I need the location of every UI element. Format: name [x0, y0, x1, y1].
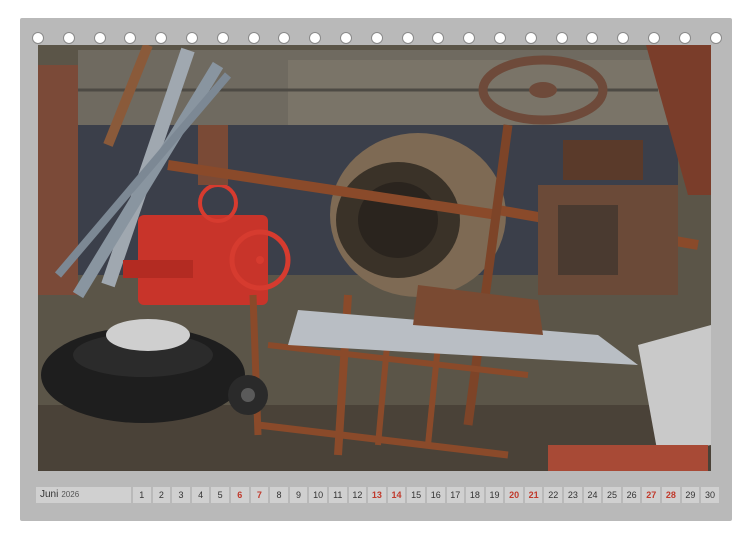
calendar-photo — [38, 45, 711, 471]
day-cell: 27 — [642, 487, 661, 503]
hubcap — [106, 319, 190, 351]
day-cell: 26 — [622, 487, 641, 503]
red-bar — [548, 445, 708, 471]
day-cell: 14 — [387, 487, 406, 503]
day-cell: 21 — [524, 487, 543, 503]
binding-ring — [93, 32, 106, 44]
binding-ring — [370, 32, 383, 44]
binding-ring — [186, 32, 198, 44]
day-cell: 7 — [250, 487, 269, 503]
calendar-page: Juni 2026 1 2 3 4 5 6 7 8 9 10 11 12 13 14 15 16 17 18 19 20… — [20, 18, 732, 521]
binding-ring — [247, 32, 260, 44]
day-cell: 13 — [368, 487, 386, 503]
day-cell: 11 — [328, 487, 347, 503]
binding-ring — [62, 32, 75, 44]
day-cell: 29 — [681, 487, 700, 503]
day-cell: 16 — [426, 487, 445, 503]
binding-ring — [463, 32, 476, 44]
binding-ring — [494, 32, 506, 44]
day-cell: 20 — [505, 487, 523, 503]
binding-ring — [309, 32, 322, 44]
binding-ring — [155, 32, 168, 44]
binding-ring — [32, 32, 44, 44]
binding-ring — [124, 32, 137, 44]
day-cell: 19 — [485, 487, 504, 503]
binding-ring — [524, 32, 537, 44]
day-cell: 17 — [446, 487, 465, 503]
day-cell: 4 — [191, 487, 210, 503]
day-cell: 28 — [662, 487, 680, 503]
day-cell: 1 — [133, 487, 151, 503]
binding-ring — [648, 32, 660, 44]
day-cell: 30 — [701, 487, 719, 503]
binding-ring — [432, 32, 445, 44]
day-cell: 5 — [211, 487, 229, 503]
binding-ring — [617, 32, 630, 44]
day-cell: 9 — [289, 487, 308, 503]
day-cell: 6 — [230, 487, 249, 503]
binding-ring — [555, 32, 568, 44]
day-cell: 10 — [309, 487, 327, 503]
binding-ring — [340, 32, 352, 44]
day-cell: 3 — [172, 487, 190, 503]
day-cell: 12 — [348, 487, 367, 503]
date-strip: Juni 2026 1 2 3 4 5 6 7 8 9 10 11 12 13 14 15 16 17 18 19 20… — [36, 487, 719, 503]
day-cell: 23 — [564, 487, 582, 503]
year-label: 2026 — [61, 490, 80, 499]
day-cell: 15 — [407, 487, 425, 503]
day-cell: 24 — [583, 487, 602, 503]
binding-ring — [278, 32, 291, 44]
day-cell: 22 — [544, 487, 563, 503]
binding-ring — [709, 32, 722, 44]
month-name: Juni — [40, 489, 59, 500]
binding-ring — [586, 32, 599, 44]
day-cell: 2 — [152, 487, 171, 503]
month-label: Juni 2026 — [36, 487, 131, 503]
binding-ring — [678, 32, 691, 44]
junkyard-illustration — [38, 45, 711, 471]
binding-ring — [216, 32, 229, 44]
day-cell: 18 — [466, 487, 484, 503]
day-cell: 8 — [270, 487, 288, 503]
binding-ring — [401, 32, 414, 44]
day-cell: 25 — [603, 487, 621, 503]
